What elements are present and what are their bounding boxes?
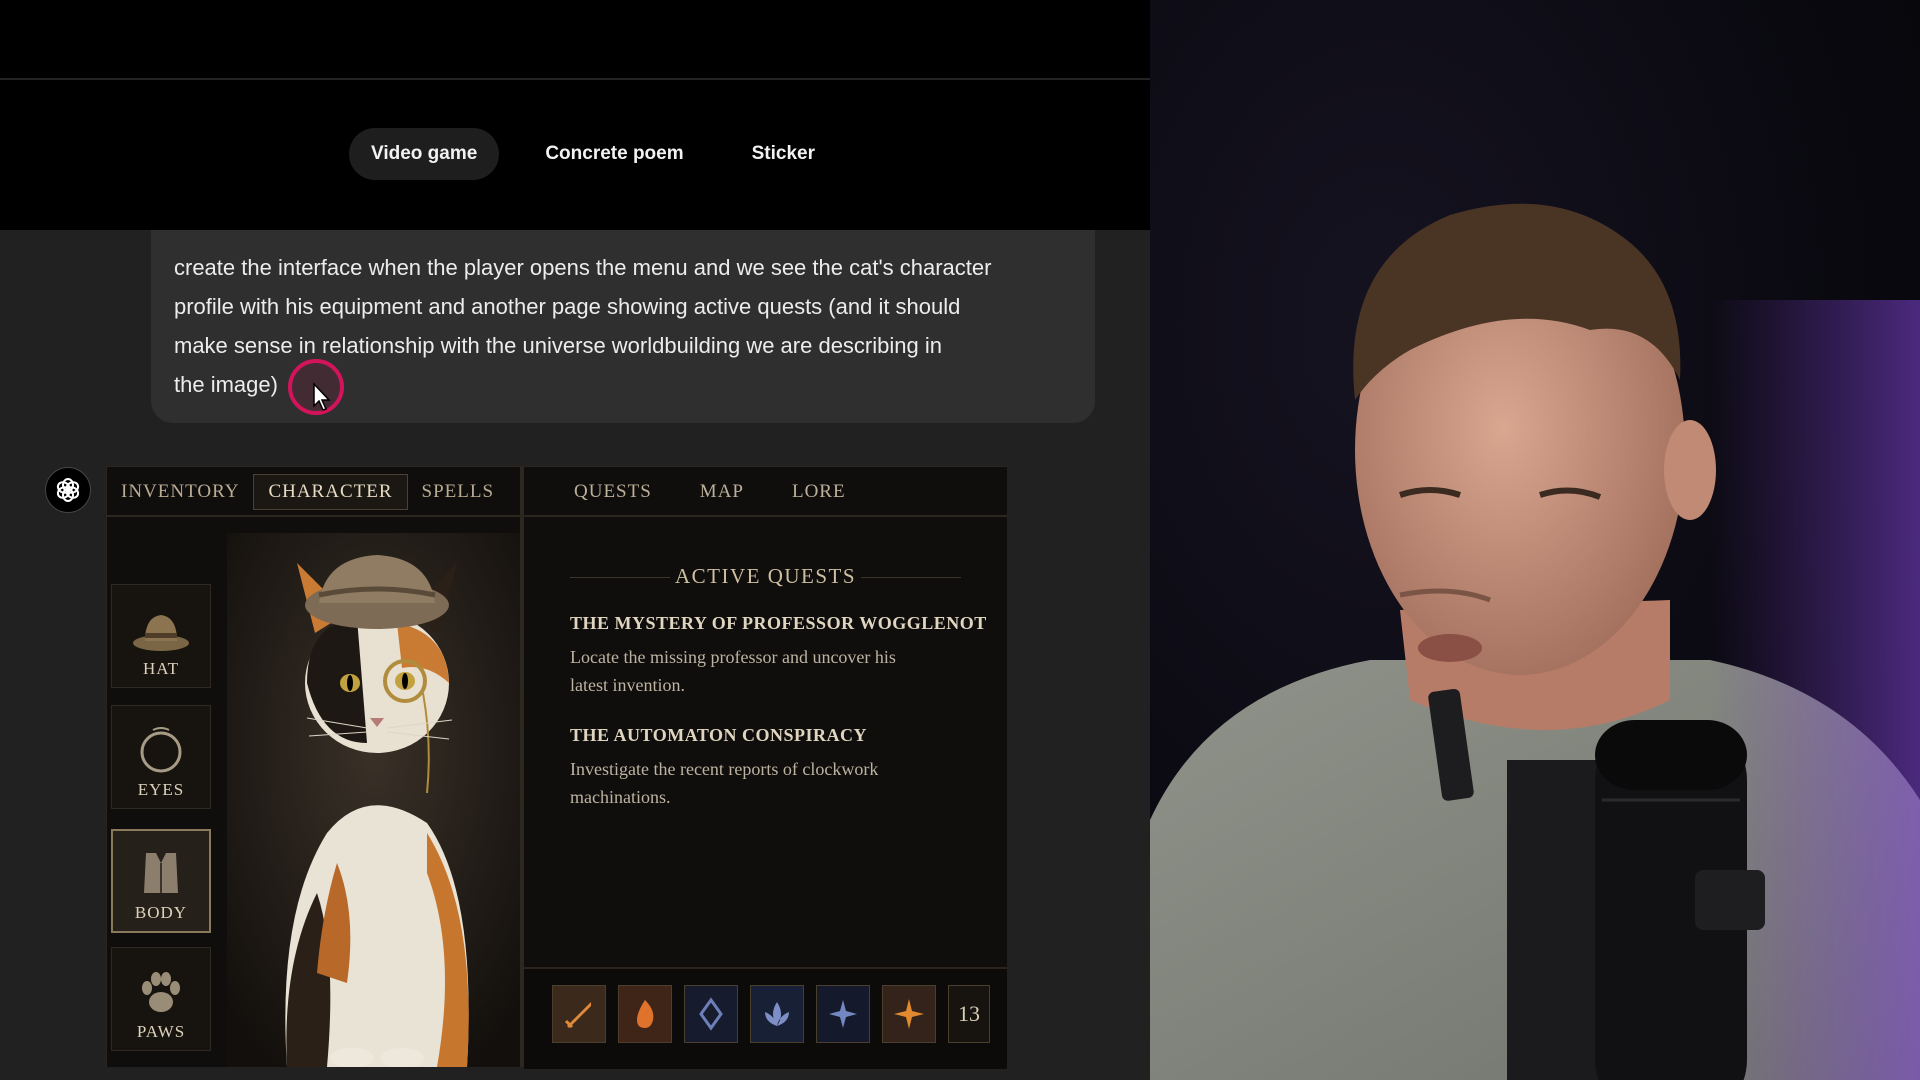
equip-slot-hat[interactable]: HAT bbox=[111, 584, 211, 688]
generated-game-ui-image: INVENTORY CHARACTER SPELLS HAT EYES BODY… bbox=[106, 466, 1007, 1069]
chip-concrete-poem[interactable]: Concrete poem bbox=[523, 128, 705, 180]
coat-icon bbox=[144, 853, 178, 893]
hat-icon bbox=[133, 615, 189, 651]
top-bar bbox=[0, 0, 1150, 80]
equip-slot-body[interactable]: BODY bbox=[111, 829, 211, 933]
active-quests-heading: ACTIVE QUESTS bbox=[674, 564, 857, 588]
quest-description: Locate the missing professor and uncover… bbox=[570, 643, 950, 699]
tabs-divider bbox=[107, 515, 520, 517]
presenter-video-image bbox=[1150, 203, 1920, 1080]
slot-label-paws: PAWS bbox=[136, 1022, 186, 1041]
star-icon bbox=[829, 1000, 857, 1028]
skill-slot-rune[interactable] bbox=[684, 985, 738, 1043]
user-message-line: create the interface when the player ope… bbox=[174, 255, 992, 280]
quest-description-line: Locate the missing professor and uncover… bbox=[570, 647, 896, 667]
quests-tabs: QUESTS MAP LORE bbox=[574, 467, 846, 517]
quest-description-line: latest invention. bbox=[570, 675, 685, 695]
chip-sticker[interactable]: Sticker bbox=[730, 128, 837, 180]
skill-bar: 13 bbox=[524, 967, 1007, 1069]
character-tabs: INVENTORY CHARACTER SPELLS bbox=[107, 467, 508, 517]
quest-title[interactable]: THE MYSTERY OF PROFESSOR WOGGLENOT bbox=[570, 613, 987, 634]
monocle-icon bbox=[140, 727, 182, 773]
quest-description-line: Investigate the recent reports of clockw… bbox=[570, 759, 879, 779]
tab-map[interactable]: MAP bbox=[700, 481, 744, 503]
tab-spells[interactable]: SPELLS bbox=[408, 475, 509, 509]
user-message-line: profile with his equipment and another p… bbox=[174, 294, 961, 319]
skill-slot-lotus[interactable] bbox=[750, 985, 804, 1043]
slot-label-hat: HAT bbox=[142, 659, 180, 678]
chatgpt-logo-icon bbox=[45, 467, 91, 513]
calico-cat-portrait bbox=[227, 533, 520, 1067]
flame-icon bbox=[637, 1000, 654, 1028]
paw-icon bbox=[142, 972, 180, 1012]
skill-count-badge: 13 bbox=[948, 985, 990, 1043]
tab-character[interactable]: CHARACTER bbox=[253, 474, 408, 510]
mouse-cursor-icon bbox=[313, 382, 331, 411]
chip-video-game[interactable]: Video game bbox=[349, 128, 500, 180]
skill-slot-flame[interactable] bbox=[618, 985, 672, 1043]
quest-title[interactable]: THE AUTOMATON CONSPIRACY bbox=[570, 725, 867, 746]
quest-description-line: machinations. bbox=[570, 787, 671, 807]
sword-icon bbox=[564, 1002, 591, 1029]
rune-icon bbox=[699, 997, 723, 1031]
slot-label-eyes: EYES bbox=[137, 780, 185, 799]
tab-lore[interactable]: LORE bbox=[792, 481, 846, 503]
slot-label-body: BODY bbox=[134, 903, 188, 922]
chatgpt-window: Video game Concrete poem Sticker create … bbox=[0, 0, 1150, 1080]
tab-inventory[interactable]: INVENTORY bbox=[107, 475, 253, 509]
style-chip-tabs: Video game Concrete poem Sticker bbox=[349, 128, 837, 180]
quests-panel: QUESTS MAP LORE ACTIVE QUESTS THE MYSTER… bbox=[524, 467, 1007, 1069]
presenter-webcam-feed bbox=[1150, 0, 1920, 1080]
sun-icon bbox=[894, 999, 924, 1029]
tab-quests[interactable]: QUESTS bbox=[574, 481, 652, 503]
character-panel: INVENTORY CHARACTER SPELLS HAT EYES BODY… bbox=[107, 467, 524, 1067]
equip-slot-eyes[interactable]: EYES bbox=[111, 705, 211, 809]
skill-slot-sword[interactable] bbox=[552, 985, 606, 1043]
quest-description: Investigate the recent reports of clockw… bbox=[570, 755, 950, 811]
quests-tabs-divider bbox=[524, 515, 1007, 517]
lotus-icon bbox=[765, 1002, 789, 1026]
equip-slot-paws[interactable]: PAWS bbox=[111, 947, 211, 1051]
skill-slot-sun[interactable] bbox=[882, 985, 936, 1043]
skill-slot-star[interactable] bbox=[816, 985, 870, 1043]
